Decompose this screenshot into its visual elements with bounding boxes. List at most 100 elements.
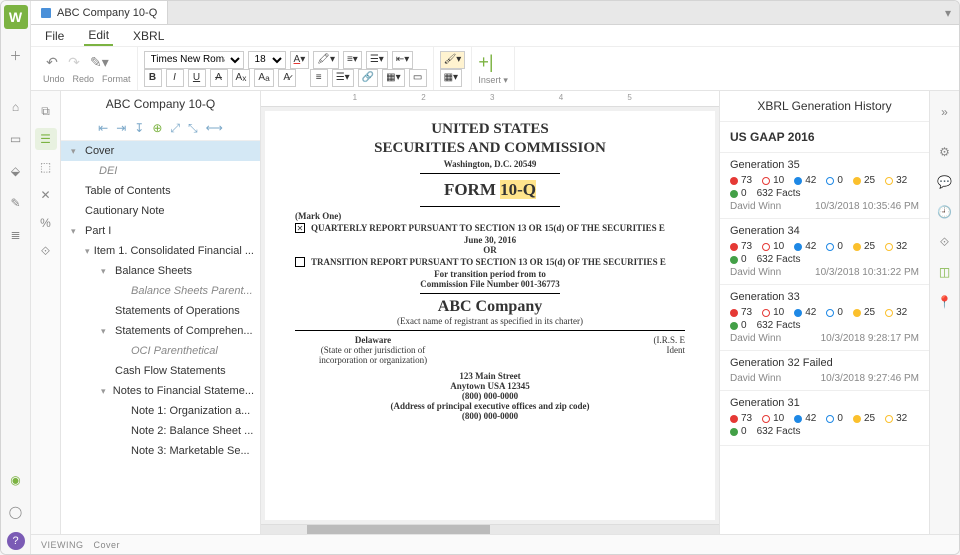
link-button[interactable]: 🔗 (358, 69, 378, 87)
indent-button[interactable]: ⇤▾ (392, 51, 413, 69)
home-icon[interactable]: ⌂ (4, 95, 28, 119)
nav-icon-5[interactable]: % (35, 212, 57, 234)
app-logo: W (4, 5, 28, 29)
format-button[interactable]: ✎▾ (87, 54, 112, 72)
outline-tool-1[interactable]: ⇤ (98, 121, 108, 136)
user-icon[interactable]: ◯ (4, 500, 28, 524)
outline-item-label: Table of Contents (85, 185, 171, 197)
xbrl-icon[interactable]: ◫ (934, 261, 956, 283)
font-select[interactable]: Times New Roman (144, 51, 244, 69)
nav-icon-3[interactable]: ⬚ (35, 156, 57, 178)
outline-tool-3[interactable]: ↧ (134, 121, 144, 136)
bold-button[interactable]: B (144, 69, 162, 87)
tab-title: ABC Company 10-Q (57, 7, 157, 19)
edit-icon[interactable]: ✎ (4, 191, 28, 215)
outline-item[interactable]: Cautionary Note (61, 201, 260, 221)
outline-item[interactable]: Balance Sheets Parent... (61, 281, 260, 301)
list-button[interactable]: ☰▾ (366, 51, 388, 69)
strike-button[interactable]: A (210, 69, 228, 87)
clock-icon[interactable]: 🕘 (934, 201, 956, 223)
menu-bar: File Edit XBRL (31, 25, 959, 47)
generation-title[interactable]: Generation 32 Failed (730, 357, 919, 369)
menu-edit[interactable]: Edit (84, 26, 113, 46)
table-button[interactable]: ▦▾ (382, 69, 404, 87)
status-dot-icon (762, 309, 770, 317)
comment-icon[interactable]: 💬 (934, 171, 956, 193)
status-dot-icon (730, 428, 738, 436)
generation-meta: David Winn10/3/2018 10:31:22 PM (730, 267, 919, 278)
case-button[interactable]: Aa (254, 69, 273, 87)
stat-item: 632 Facts (757, 320, 801, 331)
outline-item[interactable]: OCI Parenthetical (61, 341, 260, 361)
generation-title[interactable]: Generation 31 (730, 397, 919, 409)
nav-icon-6[interactable]: ⟐ (35, 240, 57, 262)
outline-item[interactable]: Note 3: Marketable Se... (61, 441, 260, 461)
checkbox-quarterly[interactable]: ✕ (295, 223, 305, 233)
outline-item[interactable]: DEI (61, 161, 260, 181)
outline-tool-5[interactable]: ⤢ (170, 121, 180, 136)
menu-file[interactable]: File (41, 27, 68, 45)
highlight-button[interactable]: 🖍▾ (313, 51, 339, 69)
tab-menu-icon[interactable]: ▾ (945, 6, 951, 20)
stat-item: 42 (794, 175, 816, 186)
document-page[interactable]: UNITED STATES SECURITIES AND COMMISSION … (265, 111, 715, 520)
menu-xbrl[interactable]: XBRL (129, 27, 168, 45)
expand-icon[interactable]: » (934, 101, 956, 123)
document-tab[interactable]: ABC Company 10-Q (31, 1, 168, 24)
size-select[interactable]: 18 (248, 51, 286, 69)
align-center-button[interactable]: ☰▾ (332, 69, 354, 87)
help-icon[interactable]: ? (7, 532, 25, 550)
outline-item[interactable]: ▾Cover (61, 141, 260, 161)
underline-button[interactable]: U (188, 69, 206, 87)
outline-tool-4[interactable]: ⊕ (152, 121, 162, 136)
database-icon[interactable]: ≣ (4, 223, 28, 247)
outline-tree-icon[interactable]: ☰ (35, 128, 57, 150)
generation-title[interactable]: Generation 35 (730, 159, 919, 171)
add-icon[interactable]: ＋ (4, 43, 28, 67)
checkbox-transition[interactable] (295, 257, 305, 267)
nav-icon-4[interactable]: ✕ (35, 184, 57, 206)
outline-tools: ⇤ ⇥ ↧ ⊕ ⤢ ⤡ ⟷ (61, 117, 260, 141)
outline-item[interactable]: Table of Contents (61, 181, 260, 201)
outline-item[interactable]: Statements of Operations (61, 301, 260, 321)
chevron-icon: ▾ (101, 326, 111, 337)
outline-item[interactable]: Note 2: Balance Sheet ... (61, 421, 260, 441)
horizontal-scrollbar[interactable] (261, 524, 719, 534)
outline-item[interactable]: ▾Notes to Financial Stateme... (61, 381, 260, 401)
outline-item[interactable]: Note 1: Organization a... (61, 401, 260, 421)
clear-format-button[interactable]: A̷ (278, 69, 296, 87)
undo-button[interactable]: ↶ (43, 54, 61, 72)
outline-item[interactable]: ▾Part I (61, 221, 260, 241)
outline-item[interactable]: ▾Balance Sheets (61, 261, 260, 281)
redo-button[interactable]: ↷ (65, 54, 83, 72)
outline-item[interactable]: ▾Item 1. Consolidated Financial ... (61, 241, 260, 261)
pin-icon[interactable]: 📍 (934, 291, 956, 313)
chart-icon[interactable]: ⬙ (4, 159, 28, 183)
link-icon[interactable]: ⟐ (934, 231, 956, 253)
gear-icon[interactable]: ⚙ (934, 141, 956, 163)
align-button[interactable]: ≡▾ (343, 51, 362, 69)
outline-tool-7[interactable]: ⟷ (206, 121, 223, 136)
stat-item: 32 (885, 413, 907, 424)
outline-tool-6[interactable]: ⤡ (188, 121, 198, 136)
ruler[interactable]: 1 2 3 4 5 (261, 91, 719, 107)
brand-icon[interactable]: ◉ (4, 468, 28, 492)
outline-tool-2[interactable]: ⇥ (116, 121, 126, 136)
generation-meta: David Winn10/3/2018 10:35:46 PM (730, 201, 919, 212)
insert-button[interactable]: +| (478, 52, 493, 73)
nav-icon-1[interactable]: ⧉ (35, 100, 57, 122)
borders-button[interactable]: ▭ (409, 69, 427, 87)
italic-button[interactable]: I (166, 69, 184, 87)
align-left-button[interactable]: ≡ (310, 69, 328, 87)
generation-title[interactable]: Generation 34 (730, 225, 919, 237)
font-color-button[interactable]: A▾ (290, 51, 310, 69)
generation-item: Generation 32 FailedDavid Winn10/3/2018 … (720, 351, 929, 391)
outline-item[interactable]: Cash Flow Statements (61, 361, 260, 381)
fill-button[interactable]: 🖌▾ (440, 51, 466, 69)
superscript-button[interactable]: Ax (232, 69, 251, 87)
folder-icon[interactable]: ▭ (4, 127, 28, 151)
stat-item: 73 (730, 307, 752, 318)
generation-title[interactable]: Generation 33 (730, 291, 919, 303)
outline-item[interactable]: ▾Statements of Comprehen... (61, 321, 260, 341)
cell-borders-button[interactable]: ▦▾ (440, 69, 462, 87)
